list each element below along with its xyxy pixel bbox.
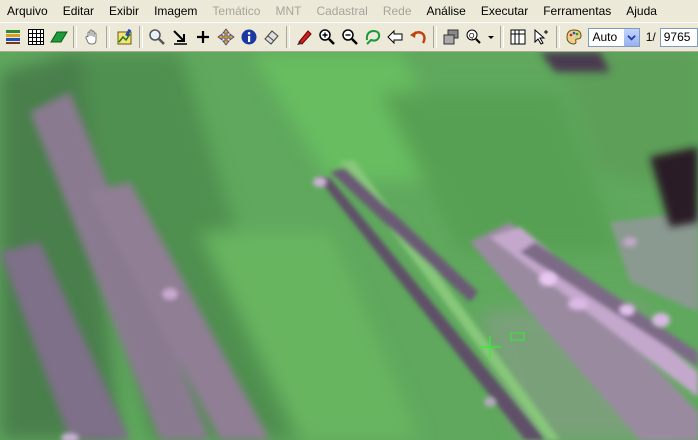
menu-rede[interactable]: Rede: [376, 0, 420, 22]
hand-pan-icon[interactable]: [81, 26, 102, 48]
zoom-select[interactable]: Auto: [588, 27, 640, 47]
scale-prefix-label: 1/: [645, 30, 656, 44]
toolbar-separator: [138, 26, 143, 48]
toolbar-separator: [555, 26, 560, 48]
satellite-image: [0, 52, 698, 440]
search-icon[interactable]: [147, 26, 168, 48]
toolbar-separator: [73, 26, 78, 48]
eraser-icon[interactable]: [261, 26, 282, 48]
menu-bar: Arquivo Editar Exibir Imagem Temático MN…: [0, 0, 698, 22]
svg-text:Q: Q: [469, 33, 475, 40]
lasso-select-icon[interactable]: [362, 26, 383, 48]
table-icon[interactable]: [508, 26, 529, 48]
stack-icon[interactable]: [441, 26, 462, 48]
map-canvas[interactable]: [0, 52, 698, 440]
toolbar-separator: [285, 26, 290, 48]
grid-icon[interactable]: [26, 26, 47, 48]
palette-icon[interactable]: [564, 26, 585, 48]
layers-icon[interactable]: [3, 26, 24, 48]
chevron-down-icon[interactable]: [623, 28, 639, 46]
arrow-down-right-icon[interactable]: [170, 26, 191, 48]
menu-arquivo[interactable]: Arquivo: [0, 0, 56, 22]
select-cursor-icon[interactable]: [531, 26, 552, 48]
move-icon[interactable]: [215, 26, 236, 48]
menu-ajuda[interactable]: Ajuda: [619, 0, 665, 22]
menu-exibir[interactable]: Exibir: [102, 0, 147, 22]
menu-ferramentas[interactable]: Ferramentas: [536, 0, 619, 22]
crosshair-add-icon[interactable]: [192, 26, 213, 48]
toolbar-separator: [500, 26, 505, 48]
menu-mnt[interactable]: MNT: [268, 0, 309, 22]
undo-icon[interactable]: [408, 26, 429, 48]
menu-imagem[interactable]: Imagem: [147, 0, 205, 22]
zoom-out-icon[interactable]: [339, 26, 360, 48]
back-arrow-icon[interactable]: [385, 26, 406, 48]
info-icon[interactable]: [238, 26, 259, 48]
toolbar-separator: [106, 26, 111, 48]
scale-input[interactable]: 9765: [659, 27, 698, 47]
zoom-in-icon[interactable]: [317, 26, 338, 48]
menu-analise[interactable]: Análise: [420, 0, 474, 22]
menu-tematico[interactable]: Temático: [205, 0, 268, 22]
map-edit-icon[interactable]: [114, 26, 135, 48]
toolbar-separator: [432, 26, 437, 48]
main-toolbar: Q Auto 1/ 9765: [0, 22, 698, 52]
menu-cadastral[interactable]: Cadastral: [309, 0, 375, 22]
menu-editar[interactable]: Editar: [56, 0, 102, 22]
pencil-icon[interactable]: [294, 26, 315, 48]
polygon-layer-icon[interactable]: [49, 26, 70, 48]
query-zoom-icon[interactable]: Q: [463, 26, 484, 48]
zoom-select-value: Auto: [592, 30, 618, 44]
chevron-down-icon[interactable]: [486, 26, 496, 48]
menu-executar[interactable]: Executar: [474, 0, 536, 22]
